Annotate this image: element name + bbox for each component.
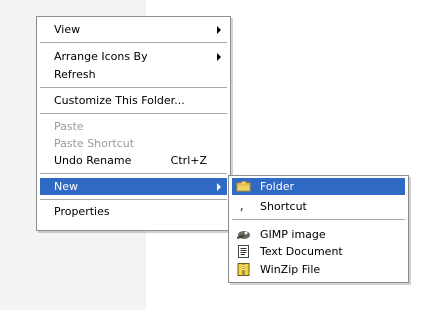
shortcut-icon (236, 199, 251, 214)
menu-item-label: Refresh (54, 68, 96, 81)
menu-item-label: Paste (54, 120, 84, 133)
menu-separator (40, 199, 227, 200)
menu-item-label: Arrange Icons By (54, 50, 148, 63)
menu-item-shortcut: Ctrl+Z (170, 154, 207, 167)
submenu-arrow-icon (217, 183, 221, 191)
menu-item-customize-folder[interactable]: Customize This Folder... (40, 92, 227, 109)
menu-item-properties[interactable]: Properties (40, 203, 227, 220)
menu-item-label: Properties (54, 205, 110, 218)
menu-separator (40, 87, 227, 88)
menu-item-label: New (54, 180, 78, 193)
menu-separator (40, 113, 227, 114)
menu-separator (40, 42, 227, 43)
submenu-arrow-icon (217, 53, 221, 61)
context-menu: View Arrange Icons By Refresh Customize … (36, 16, 231, 231)
submenu-item-gimp-image[interactable]: GIMP image (232, 226, 405, 243)
menu-item-new[interactable]: New (40, 178, 227, 195)
menu-item-refresh[interactable]: Refresh (40, 66, 227, 83)
submenu-item-winzip-file[interactable]: WinZip File (232, 261, 405, 278)
menu-item-label: View (54, 23, 81, 36)
menu-item-label: Undo Rename (54, 154, 132, 167)
folder-icon (236, 179, 251, 194)
submenu-item-shortcut[interactable]: Shortcut (232, 198, 405, 215)
gimp-image-icon (236, 227, 251, 242)
menu-item-view[interactable]: View (40, 21, 227, 38)
menu-separator (232, 219, 405, 220)
submenu-item-folder[interactable]: Folder (232, 178, 405, 195)
menu-item-label: Paste Shortcut (54, 137, 135, 150)
menu-item-undo-rename[interactable]: Undo Rename Ctrl+Z (40, 152, 227, 169)
menu-item-label: Customize This Folder... (54, 94, 185, 107)
text-document-icon (236, 244, 251, 259)
submenu-arrow-icon (217, 26, 221, 34)
submenu-item-text-document[interactable]: Text Document (232, 243, 405, 260)
winzip-icon (236, 262, 251, 277)
menu-item-arrange-icons-by[interactable]: Arrange Icons By (40, 48, 227, 65)
submenu-item-label: Text Document (260, 245, 343, 258)
submenu-item-label: Shortcut (260, 200, 307, 213)
submenu-item-label: WinZip File (260, 263, 321, 276)
menu-separator (40, 173, 227, 174)
submenu-item-label: Folder (260, 180, 294, 193)
new-submenu: Folder Shortcut GIMP image Text Document… (228, 175, 409, 283)
menu-item-paste[interactable]: Paste (40, 118, 227, 135)
submenu-item-label: GIMP image (260, 228, 326, 241)
menu-item-paste-shortcut[interactable]: Paste Shortcut (40, 135, 227, 152)
